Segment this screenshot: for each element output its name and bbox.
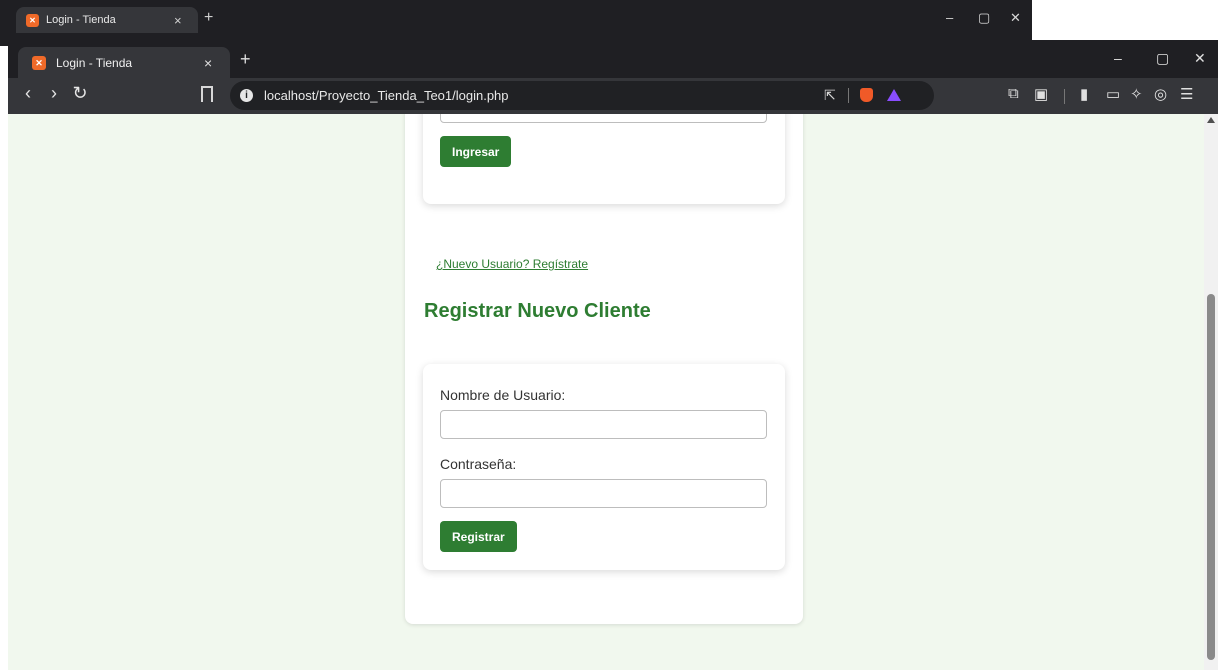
background-minimize-button[interactable]: – <box>946 10 953 25</box>
minimize-button[interactable]: – <box>1114 50 1122 66</box>
bookmark-icon[interactable] <box>201 86 213 102</box>
browser-toolbar: ‹ › ↻ i localhost/Proyecto_Tienda_Teo1/l… <box>8 78 1218 114</box>
login-card: Ingresar <box>423 114 785 204</box>
register-heading: Registrar Nuevo Cliente <box>424 300 651 322</box>
address-divider <box>848 88 849 103</box>
share-icon[interactable]: ⇱ <box>824 87 836 104</box>
background-new-tab-button[interactable]: + <box>204 9 213 27</box>
scroll-up-arrow-icon[interactable] <box>1207 117 1215 123</box>
menu-icon[interactable]: ☰ <box>1180 85 1193 103</box>
reload-button[interactable]: ↻ <box>68 83 92 104</box>
login-password-input[interactable] <box>440 114 767 123</box>
wallet-icon[interactable]: ▭ <box>1106 85 1120 103</box>
page-container: Ingresar ¿Nuevo Usuario? Regístrate Regi… <box>405 114 803 624</box>
background-restore-button[interactable]: ▢ <box>978 10 990 26</box>
login-button[interactable]: Ingresar <box>440 136 512 167</box>
address-bar[interactable]: i localhost/Proyecto_Tienda_Teo1/login.p… <box>230 81 934 110</box>
vertical-scrollbar[interactable] <box>1204 114 1218 670</box>
forward-button[interactable]: › <box>42 83 66 104</box>
username-label: Nombre de Usuario: <box>440 387 566 403</box>
register-card: Nombre de Usuario: Contraseña: Registrar <box>423 364 785 570</box>
register-link[interactable]: ¿Nuevo Usuario? Regístrate <box>436 257 588 271</box>
toolbar-divider <box>1064 89 1065 104</box>
background-tab[interactable]: ✕ Login - Tienda × <box>16 7 198 33</box>
extensions-icon[interactable]: ⧉ <box>1008 85 1019 102</box>
tab-close-icon[interactable]: × <box>204 55 230 71</box>
page-viewport: Ingresar ¿Nuevo Usuario? Regístrate Regi… <box>8 114 1218 670</box>
background-close-button[interactable]: ✕ <box>1010 10 1021 26</box>
browser-window: ✕ Login - Tienda × + – ▢ ✕ ‹ › ↻ i local… <box>8 40 1218 670</box>
url-text[interactable]: localhost/Proyecto_Tienda_Teo1/login.php <box>264 88 509 103</box>
brave-shields-icon[interactable] <box>860 88 873 102</box>
screenshot-icon[interactable]: ▣ <box>1034 85 1048 103</box>
xampp-favicon-icon: ✕ <box>32 55 46 70</box>
new-tab-button[interactable]: + <box>240 49 251 70</box>
restore-button[interactable]: ▢ <box>1156 50 1169 67</box>
password-input[interactable] <box>440 479 767 508</box>
tab-bar: ✕ Login - Tienda × + – ▢ ✕ <box>8 40 1218 78</box>
tab-title: Login - Tienda <box>56 55 133 70</box>
vpn-icon[interactable]: ◎ <box>1154 85 1167 103</box>
background-tab-close-icon[interactable]: × <box>174 13 198 28</box>
password-label: Contraseña: <box>440 456 517 472</box>
close-window-button[interactable]: ✕ <box>1194 50 1206 67</box>
xampp-favicon-icon: ✕ <box>26 13 39 27</box>
sidebar-icon[interactable]: ▮ <box>1080 85 1088 103</box>
leo-ai-icon[interactable]: ✧ <box>1130 85 1143 103</box>
back-button[interactable]: ‹ <box>16 83 40 104</box>
site-info-icon[interactable]: i <box>240 89 253 102</box>
register-button[interactable]: Registrar <box>440 521 517 552</box>
scrollbar-thumb[interactable] <box>1207 294 1215 660</box>
background-tab-title: Login - Tienda <box>46 14 116 26</box>
active-tab[interactable]: ✕ Login - Tienda × <box>18 47 230 78</box>
username-input[interactable] <box>440 410 767 439</box>
brave-rewards-icon[interactable] <box>887 89 901 101</box>
